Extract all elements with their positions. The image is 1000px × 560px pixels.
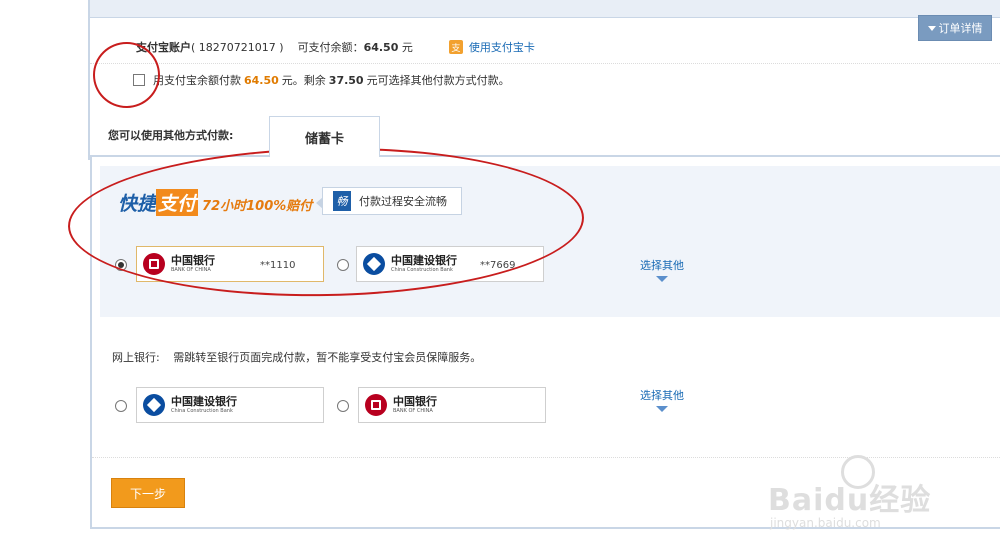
balance-value: 64.50 (363, 40, 399, 54)
balance-option-text3: 元可选择其他付款方式付款。 (366, 74, 510, 87)
annotation-circle (93, 42, 160, 108)
other-methods-label: 您可以使用其他方式付款: (108, 129, 234, 142)
left-border (88, 0, 90, 160)
ccb-name: 中国建设银行 (171, 395, 237, 408)
boc-logo-icon (365, 394, 387, 416)
netbank-note-text: 需跳转至银行页面完成付款，暂不能享受支付宝会员保障服务。 (173, 351, 482, 364)
ccb-logo: 中国建设银行 China Construction Bank (143, 394, 237, 416)
balance-option-amount: 64.50 (244, 73, 279, 87)
ccb-name-en: China Construction Bank (171, 408, 233, 414)
balance-unit: 元 (401, 41, 413, 54)
balance-label: 可支付余额 (297, 41, 353, 54)
boc-logo: 中国银行 BANK OF CHINA (365, 394, 437, 416)
order-detail-label: 订单详情 (938, 22, 983, 35)
divider (90, 63, 1000, 64)
balance-option-text1: 用支付宝余额付款 (153, 74, 241, 87)
netbank-ccb[interactable]: 中国建设银行 China Construction Bank (136, 387, 324, 423)
top-strip (90, 0, 1000, 18)
netbank-radio-boc[interactable] (337, 400, 349, 412)
choose-other-netbank[interactable]: 选择其他 (637, 387, 687, 412)
ccb-logo-icon (143, 394, 165, 416)
choose-other-quick[interactable]: 选择其他 (637, 257, 687, 282)
netbank-boc[interactable]: 中国银行 BANK OF CHINA (358, 387, 546, 423)
boc-name-en: BANK OF CHINA (393, 408, 433, 414)
balance-option-text2: 元。剩余 (281, 74, 326, 87)
alipay-icon: 支 (448, 40, 463, 54)
chevron-down-icon (656, 276, 668, 282)
watermark-main: Baidu经验 (768, 483, 932, 518)
next-step-button[interactable]: 下一步 (111, 478, 185, 508)
balance-option: 用支付宝余额付款 64.50 元。剩余 37.50 元可选择其他付款方式付款。 (133, 72, 510, 88)
netbank-note: 网上银行: 需跳转至银行页面完成付款，暂不能享受支付宝会员保障服务。 (112, 349, 481, 365)
boc-name: 中国银行 (393, 395, 437, 408)
chevron-down-icon (656, 406, 668, 412)
account-info: 支付宝账户 ( 18270721017 ) 可支付余额： 64.50 元 支 使… (136, 39, 535, 55)
order-detail-button[interactable]: 订单详情 (918, 15, 992, 41)
account-number: ( 18270721017 ) (191, 40, 284, 54)
balance-option-remaining: 37.50 (328, 73, 364, 87)
netbank-label: 网上银行: (112, 351, 160, 364)
netbank-radio-ccb[interactable] (115, 400, 127, 412)
choose-other-label: 选择其他 (640, 389, 684, 402)
choose-other-label: 选择其他 (640, 259, 684, 272)
tab-debit-card[interactable]: 储蓄卡 (269, 116, 380, 157)
use-alipay-card-link[interactable]: 使用支付宝卡 (469, 39, 535, 55)
caret-down-icon (927, 25, 936, 31)
watermark-sub: jingyan.baidu.com (770, 516, 881, 530)
